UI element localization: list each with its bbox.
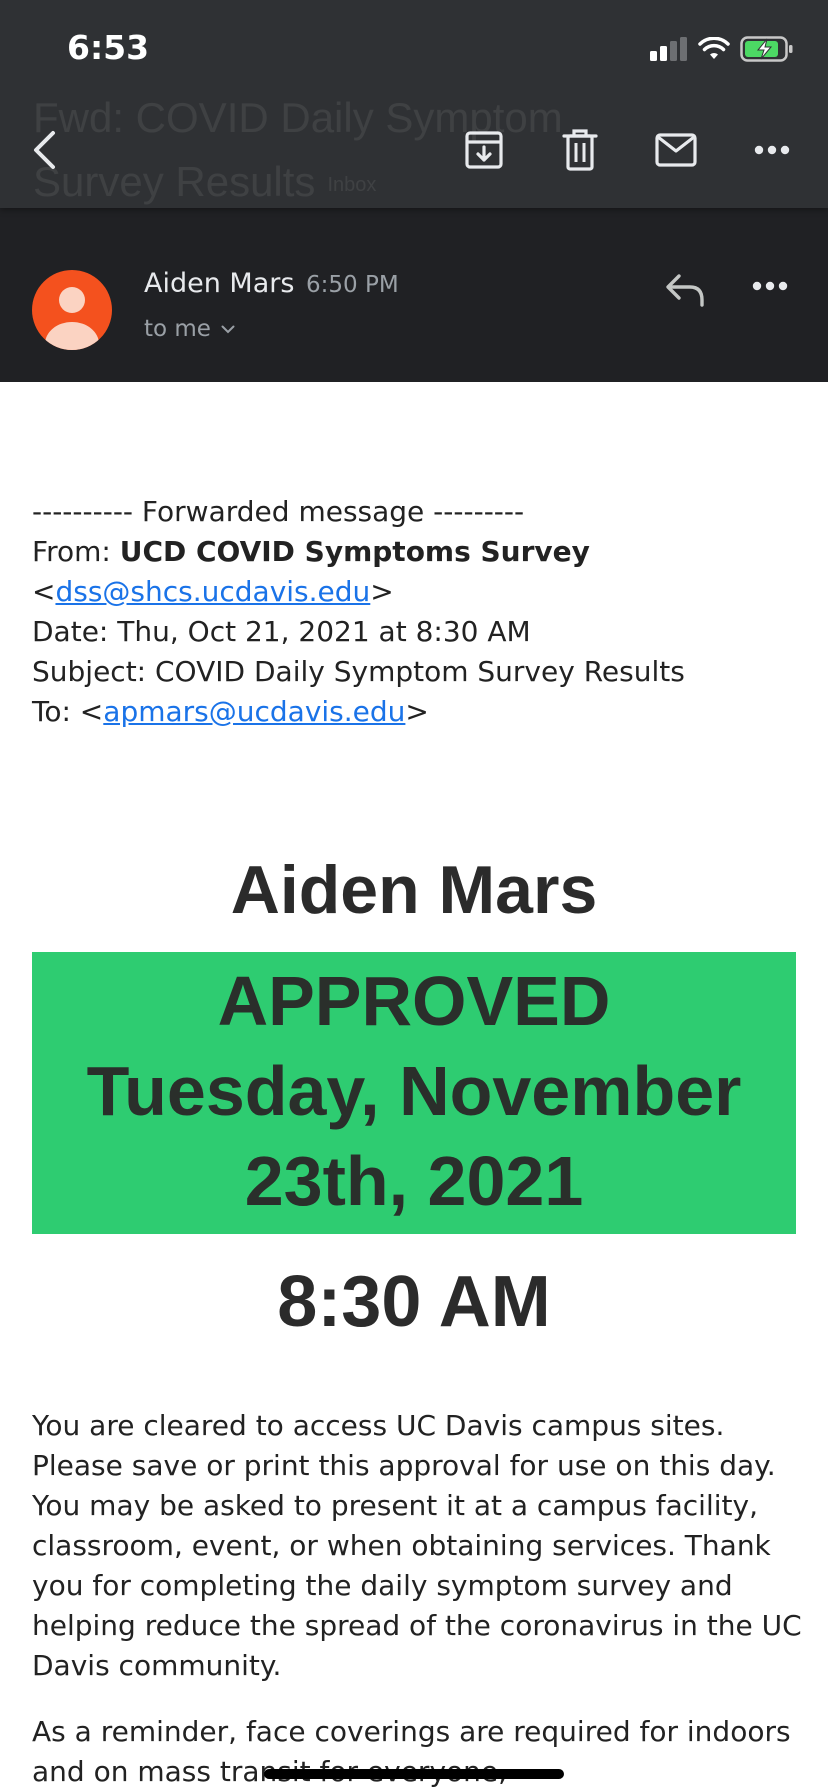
archive-button[interactable] <box>462 128 506 172</box>
home-indicator[interactable] <box>264 1769 564 1779</box>
more-horizontal-icon <box>752 281 788 291</box>
approval-status: APPROVED <box>217 962 611 1040</box>
faded-subject: Fwd: COVID Daily Symptom Survey Results I… <box>33 94 563 205</box>
person-icon <box>45 287 99 350</box>
to-email-link[interactable]: apmars@ucdavis.edu <box>103 695 405 728</box>
mail-icon <box>655 133 697 167</box>
chevron-down-icon <box>221 325 235 333</box>
more-options-button[interactable] <box>750 128 794 172</box>
clearance-paragraph: You are cleared to access UC Davis campu… <box>32 1409 802 1682</box>
email-screen: 6:53 Fwd: COVID Daily Symptom Survey Res… <box>0 0 828 1792</box>
status-time: 6:53 <box>67 28 150 67</box>
mark-unread-button[interactable] <box>654 128 698 172</box>
from-email-line: <dss@shcs.ucdavis.edu> <box>32 575 394 608</box>
message-more-button[interactable] <box>752 278 792 298</box>
top-app-bar: 6:53 Fwd: COVID Daily Symptom Survey Res… <box>0 0 828 208</box>
avatar[interactable] <box>32 270 112 350</box>
from-line: From: UCD COVID Symptoms Survey <box>32 535 590 568</box>
reply-button[interactable] <box>664 270 706 310</box>
battery-charging-icon <box>740 36 793 62</box>
delete-button[interactable] <box>558 128 602 172</box>
sender-name[interactable]: Aiden Mars <box>144 268 294 299</box>
forwarded-header: ---------- Forwarded message --------- F… <box>32 492 802 732</box>
approval-status-box: APPROVED Tuesday, November 23th, 2021 <box>32 952 796 1234</box>
archive-icon <box>465 131 503 169</box>
date-line: Date: Thu, Oct 21, 2021 at 8:30 AM <box>32 615 531 648</box>
approval-person-name: Aiden Mars <box>230 852 598 928</box>
trash-icon <box>562 129 598 171</box>
approval-card: Aiden Mars APPROVED Tuesday, November 23… <box>32 848 796 1344</box>
back-button[interactable] <box>22 128 66 172</box>
status-icons <box>650 32 794 66</box>
approval-date-line1: Tuesday, November <box>86 1052 742 1130</box>
reminder-paragraph: As a reminder, face coverings are requir… <box>32 1715 791 1788</box>
sender-time: 6:50 PM <box>306 272 399 298</box>
reply-icon <box>666 274 704 307</box>
to-line: To: <apmars@ucdavis.edu> <box>32 695 429 728</box>
signal-icon <box>650 37 687 61</box>
sender-header: Aiden Mars 6:50 PM to me <box>0 208 828 382</box>
from-name: UCD COVID Symptoms Survey <box>119 535 590 568</box>
forward-divider: ---------- Forwarded message --------- <box>32 495 525 528</box>
recipient-label: to me <box>144 316 211 342</box>
approval-date-line2: 23th, 2021 <box>244 1142 584 1220</box>
wifi-icon <box>698 37 730 59</box>
back-arrow-icon <box>34 131 55 169</box>
subject-line: Subject: COVID Daily Symptom Survey Resu… <box>32 655 685 688</box>
approval-time: 8:30 AM <box>277 1262 551 1342</box>
more-horizontal-icon <box>754 145 790 155</box>
recipient-details-toggle[interactable]: to me <box>144 316 235 342</box>
from-email-link[interactable]: dss@shcs.ucdavis.edu <box>55 575 370 608</box>
